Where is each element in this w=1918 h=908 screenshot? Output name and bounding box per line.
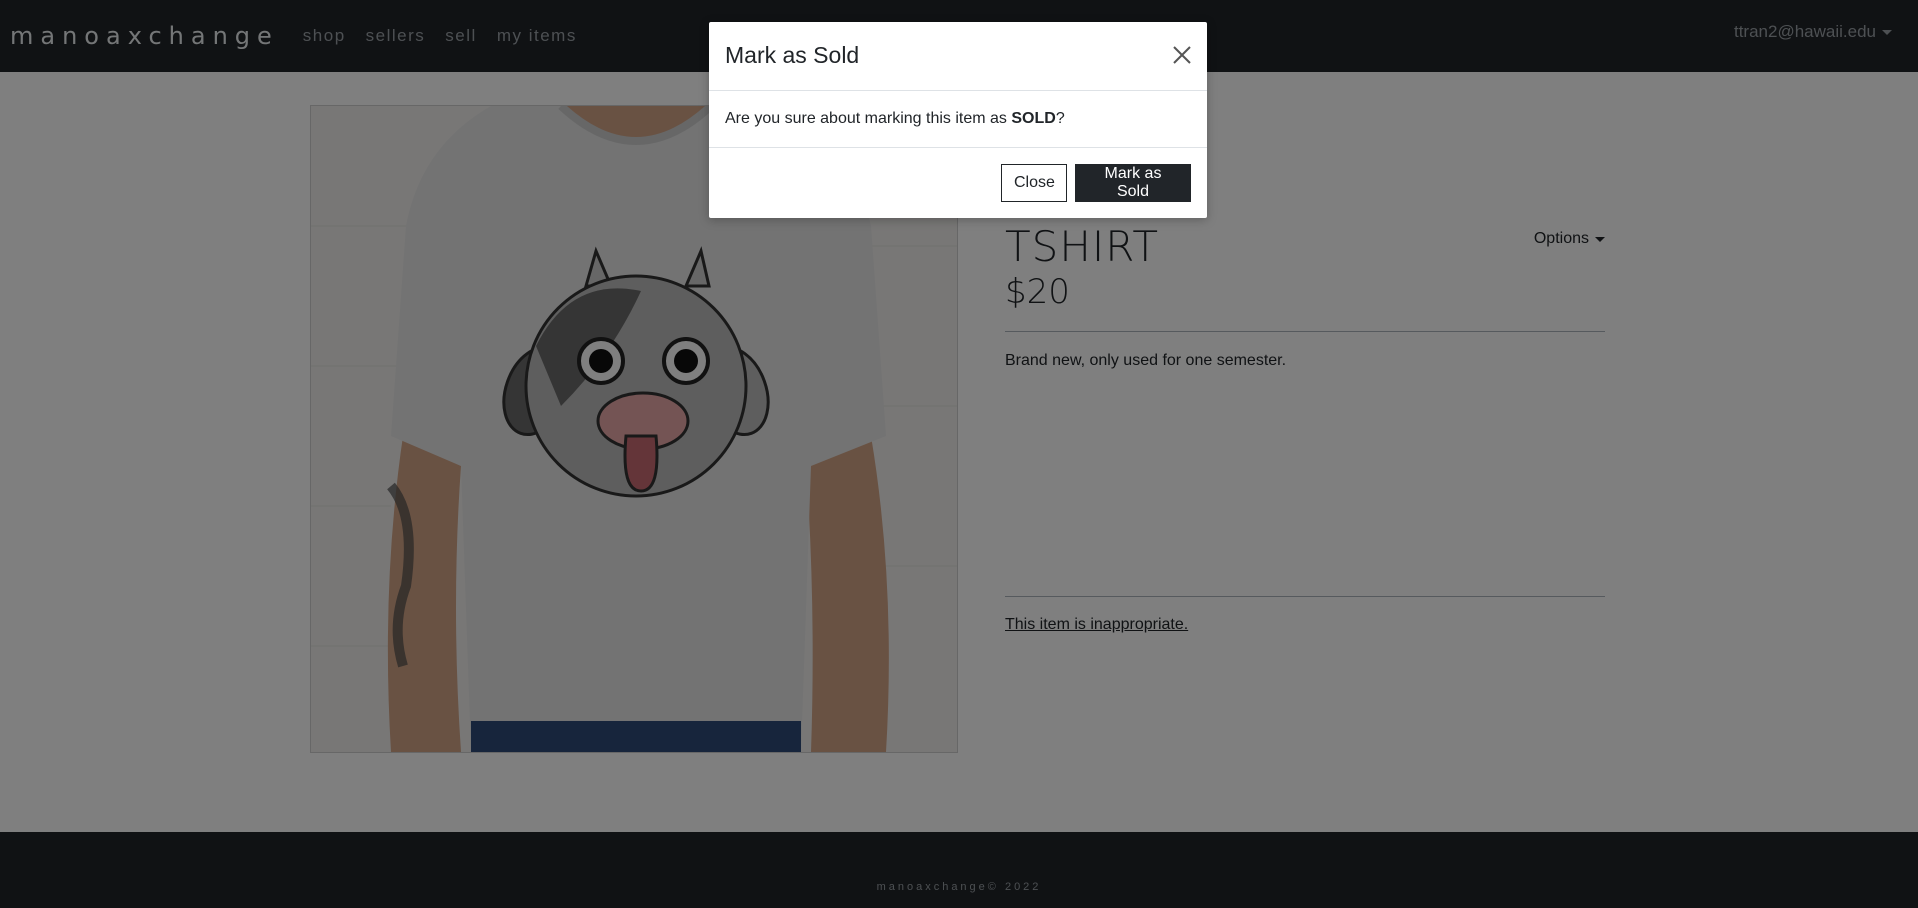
modal-header: Mark as Sold <box>709 22 1207 91</box>
modal-title: Mark as Sold <box>725 42 860 68</box>
modal-footer: Close Mark as Sold <box>709 148 1207 219</box>
close-icon[interactable] <box>1171 44 1193 66</box>
modal-message: Are you sure about marking this item as … <box>725 110 1065 128</box>
modal-message-suffix: ? <box>1055 110 1065 127</box>
modal-message-strong: SOLD <box>1011 110 1056 127</box>
close-button[interactable]: Close <box>1001 164 1067 202</box>
mark-as-sold-button[interactable]: Mark as Sold <box>1075 164 1191 202</box>
modal-message-prefix: Are you sure about marking this item as <box>725 110 1012 127</box>
mark-as-sold-modal: Mark as Sold Are you sure about marking … <box>709 22 1207 218</box>
modal-body: Are you sure about marking this item as … <box>709 91 1207 148</box>
